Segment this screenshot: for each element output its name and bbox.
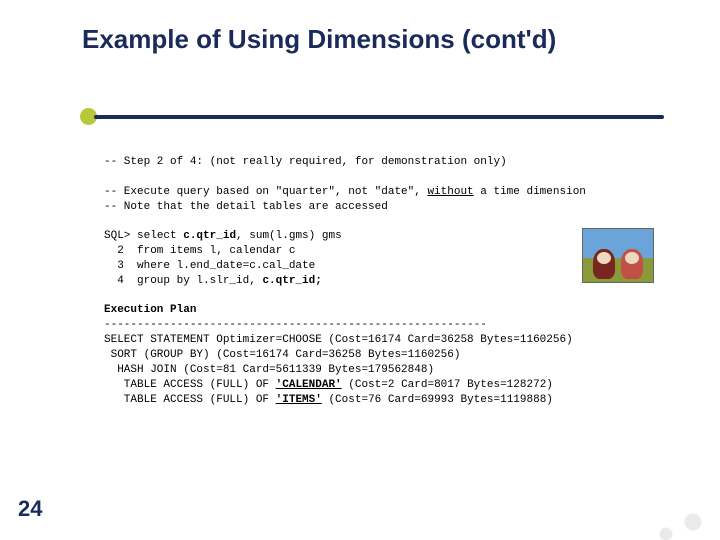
execution-plan-heading: Execution Plan (104, 304, 196, 316)
plan-line: SELECT STATEMENT Optimizer=CHOOSE (Cost=… (104, 334, 573, 346)
cartoon-characters-icon (593, 239, 645, 279)
execution-plan-rule: ----------------------------------------… (104, 319, 487, 331)
table-name-underlined: 'ITEMS' (276, 394, 322, 406)
decorative-image (582, 228, 654, 283)
plan-text: TABLE ACCESS (FULL) OF (104, 379, 276, 391)
plan-line: SORT (GROUP BY) (Cost=16174 Card=36258 B… (104, 349, 460, 361)
plan-text: (Cost=2 Card=8017 Bytes=128272) (342, 379, 553, 391)
comment-line: -- Execute query based on "quarter", not… (104, 186, 427, 198)
plan-line: HASH JOIN (Cost=81 Card=5611339 Bytes=17… (104, 364, 434, 376)
sql-text: , sum(l.gms) gms (236, 230, 342, 242)
comment-line: a time dimension (474, 186, 586, 198)
sql-text: select (137, 230, 183, 242)
sql-line: 3 where l.end_date=c.cal_date (104, 260, 315, 272)
sql-text: 4 group by l.slr_id, (104, 275, 262, 287)
slide-container: Example of Using Dimensions (cont'd) -- … (0, 0, 720, 540)
underlined-word: without (427, 186, 473, 198)
corner-decoration-icon (630, 480, 720, 540)
plan-text: TABLE ACCESS (FULL) OF (104, 394, 276, 406)
slide-title: Example of Using Dimensions (cont'd) (0, 0, 720, 55)
sql-bold: c.qtr_id (183, 230, 236, 242)
title-underline (94, 115, 664, 119)
plan-text: (Cost=76 Card=69993 Bytes=1119888) (322, 394, 553, 406)
sql-line: 2 from items l, calendar c (104, 245, 295, 257)
sql-prompt: SQL> (104, 230, 137, 242)
page-number: 24 (18, 496, 42, 522)
table-name-underlined: 'CALENDAR' (276, 379, 342, 391)
comment-line: -- Note that the detail tables are acces… (104, 201, 388, 213)
sql-bold: c.qtr_id; (262, 275, 321, 287)
comment-line: -- Step 2 of 4: (not really required, fo… (104, 156, 507, 168)
